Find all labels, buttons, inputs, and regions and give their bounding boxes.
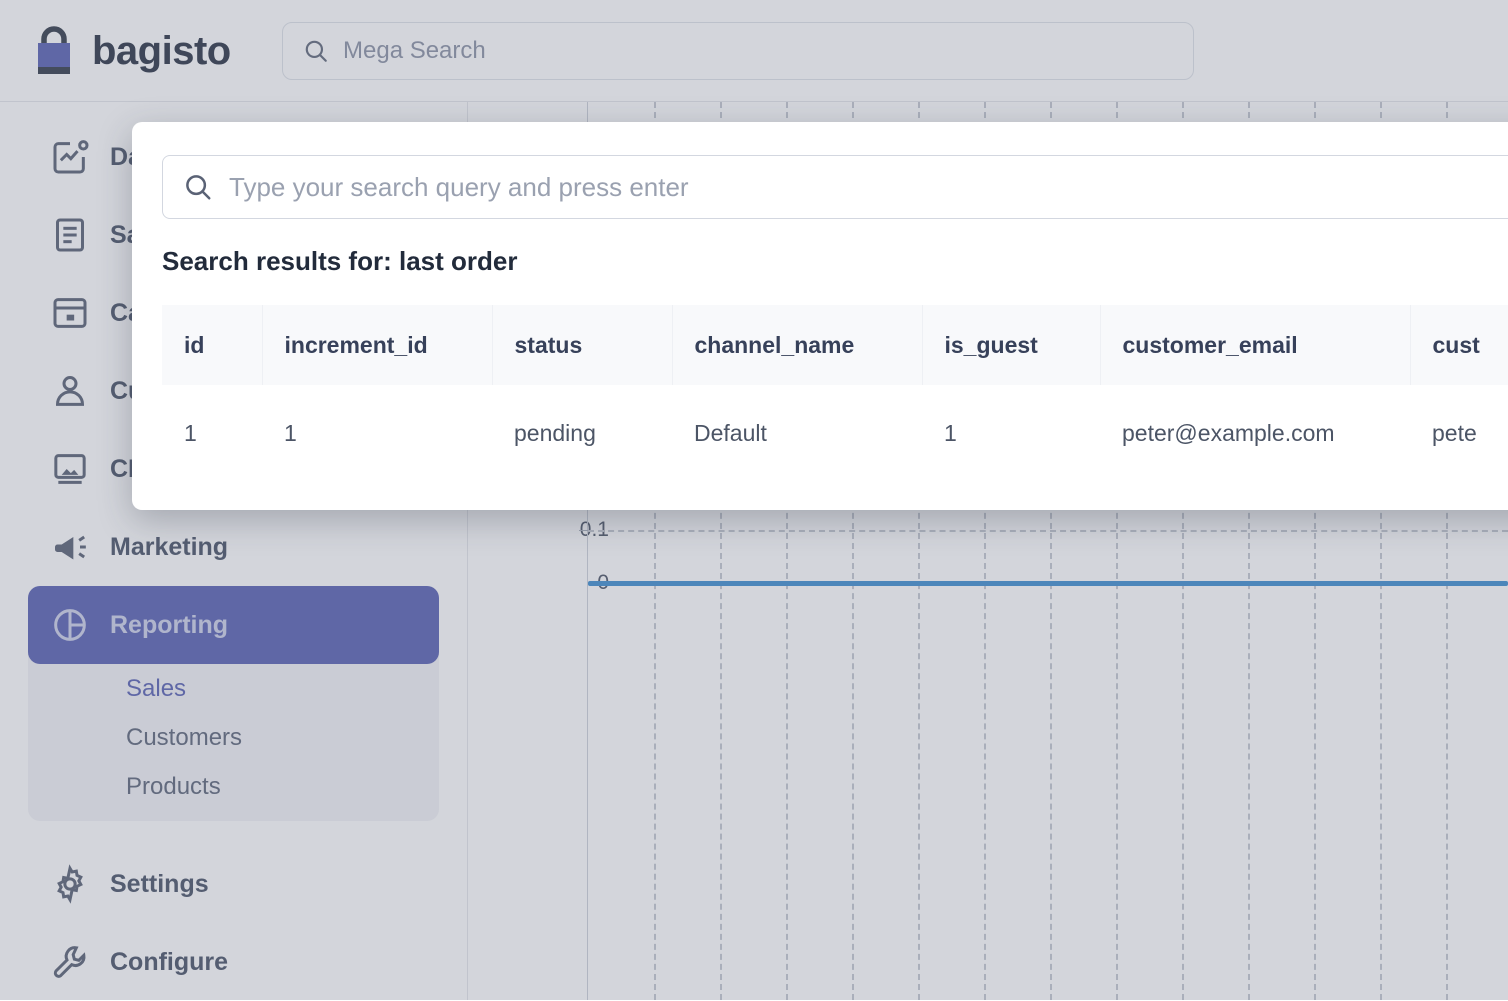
column-header-increment-id[interactable]: increment_id bbox=[262, 305, 492, 385]
column-header-channel-name[interactable]: channel_name bbox=[672, 305, 922, 385]
modal-search-placeholder: Type your search query and press enter bbox=[229, 174, 689, 200]
cell-increment-id: 1 bbox=[262, 385, 492, 481]
modal-search-input[interactable]: Type your search query and press enter bbox=[162, 155, 1508, 219]
cell-is-guest: 1 bbox=[922, 385, 1100, 481]
column-header-customer-name[interactable]: cust bbox=[1410, 305, 1508, 385]
cell-customer-name: pete bbox=[1410, 385, 1508, 481]
column-header-customer-email[interactable]: customer_email bbox=[1100, 305, 1410, 385]
search-icon bbox=[183, 172, 213, 202]
cell-status: pending bbox=[492, 385, 672, 481]
cell-id: 1 bbox=[162, 385, 262, 481]
table-header-row: id increment_id status channel_name is_g… bbox=[162, 305, 1508, 385]
cell-channel-name: Default bbox=[672, 385, 922, 481]
column-header-is-guest[interactable]: is_guest bbox=[922, 305, 1100, 385]
column-header-id[interactable]: id bbox=[162, 305, 262, 385]
search-results-table: id increment_id status channel_name is_g… bbox=[162, 305, 1508, 481]
cell-customer-email: peter@example.com bbox=[1100, 385, 1410, 481]
column-header-status[interactable]: status bbox=[492, 305, 672, 385]
mega-search-modal: Type your search query and press enter S… bbox=[132, 122, 1508, 510]
table-row[interactable]: 1 1 pending Default 1 peter@example.com … bbox=[162, 385, 1508, 481]
search-results-heading: Search results for: last order bbox=[162, 246, 517, 277]
